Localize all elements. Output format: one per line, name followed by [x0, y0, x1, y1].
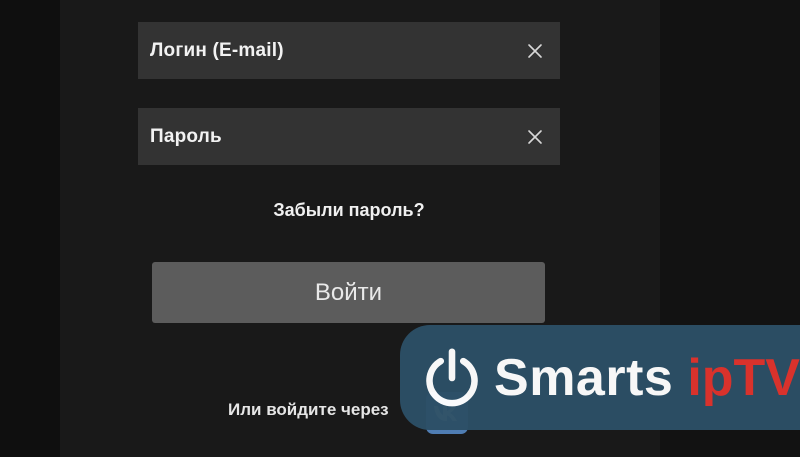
password-label: Пароль [150, 125, 222, 147]
power-icon [426, 347, 478, 406]
left-margin [0, 0, 60, 457]
forgot-password-link[interactable]: Забыли пароль? [138, 200, 560, 221]
social-login-prompt: Или войдите через [228, 400, 389, 419]
brand-name-iptv: ipTV [687, 348, 800, 407]
brand-logo: Smarts ipTV [400, 325, 800, 430]
close-icon[interactable] [524, 40, 546, 62]
brand-name-smarts: Smarts [494, 348, 674, 407]
password-field[interactable]: Пароль [138, 108, 560, 165]
login-email-field[interactable]: Логин (E-mail) [138, 22, 560, 79]
login-button[interactable]: Войти [152, 262, 545, 323]
close-icon[interactable] [524, 126, 546, 148]
login-email-label: Логин (E-mail) [150, 39, 284, 61]
login-screen: Логин (E-mail) Пароль Забыли пароль? Вой… [0, 0, 800, 457]
